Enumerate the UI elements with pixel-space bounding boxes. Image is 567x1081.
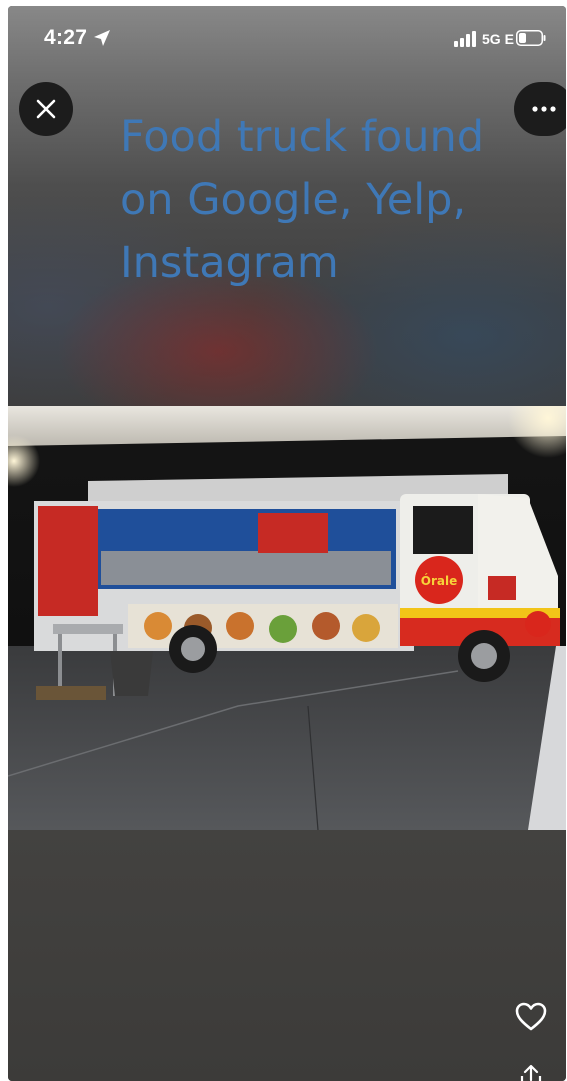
truck-logo-text: Órale: [421, 573, 457, 588]
battery-icon: [516, 30, 546, 46]
trash-bin: [110, 651, 153, 696]
food-truck: Órale: [34, 474, 560, 682]
close-button[interactable]: [19, 82, 73, 136]
location-arrow-icon: [94, 30, 110, 46]
status-time: 4:27: [44, 26, 88, 49]
post-caption: Food truck found on Google, Yelp, Instag…: [120, 112, 485, 288]
status-bar: 4:27 5G E: [8, 6, 566, 66]
close-icon: [36, 99, 56, 119]
signal-bars-icon: [454, 31, 476, 47]
photo-illustration: Órale: [8, 406, 566, 830]
network-label: 5G E: [482, 31, 514, 47]
story-viewer: 4:27 5G E Food truck found on Google, Ye…: [8, 6, 566, 1081]
heart-icon[interactable]: [514, 1001, 548, 1033]
share-icon[interactable]: [518, 1064, 544, 1081]
food-truck-photo[interactable]: Órale: [8, 406, 566, 830]
bottom-area: [8, 830, 566, 1081]
